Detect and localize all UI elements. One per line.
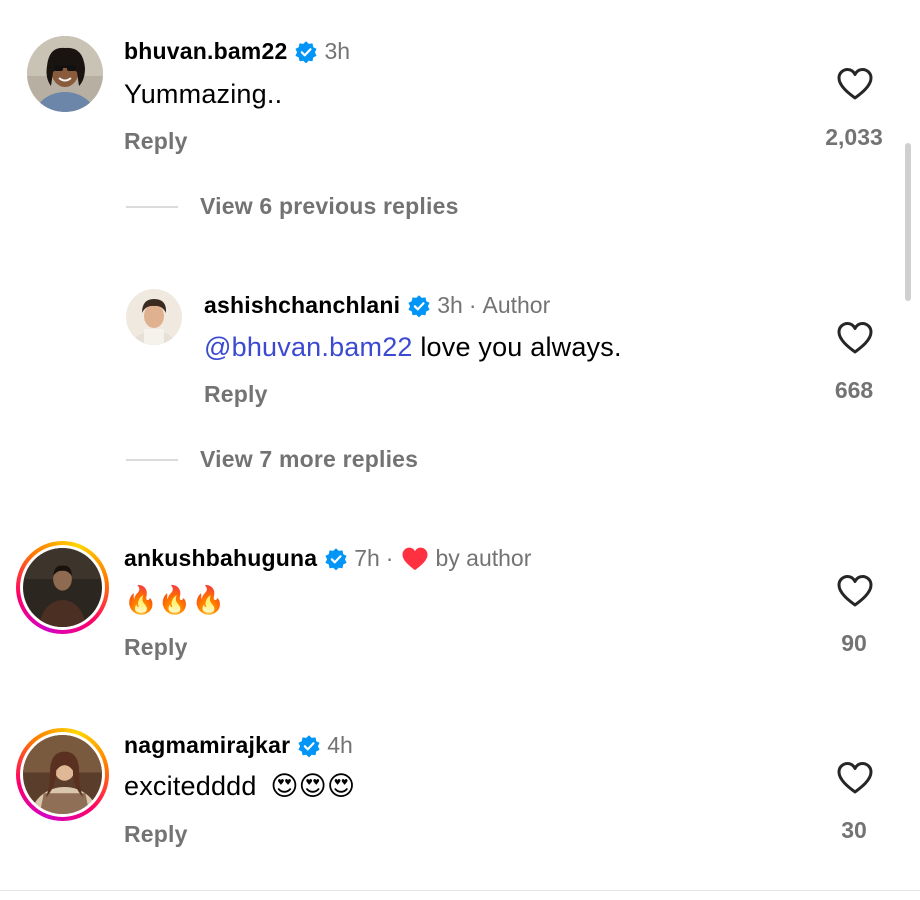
- view-more-replies-label[interactable]: View 7 more replies: [200, 446, 418, 473]
- avatar-image: [126, 289, 182, 345]
- comment-text: excitedddd 😍😍😍: [124, 771, 355, 802]
- thread-line: [126, 205, 178, 208]
- comment-header: ankushbahuguna 7h · by author: [124, 545, 531, 572]
- verified-badge-icon: [407, 294, 431, 318]
- scrollbar[interactable]: [905, 143, 911, 301]
- view-previous-replies[interactable]: View 6 previous replies: [126, 193, 459, 220]
- avatar-image: [23, 548, 102, 627]
- reply-button[interactable]: Reply: [124, 634, 188, 661]
- reply-button[interactable]: Reply: [124, 821, 188, 848]
- avatar[interactable]: [126, 289, 182, 345]
- avatar-image: [27, 36, 103, 112]
- red-heart-icon: [401, 546, 429, 572]
- comment-text: Yummazing..: [124, 79, 283, 109]
- heart-outline-icon[interactable]: [836, 321, 874, 355]
- timestamp: 7h: [354, 545, 380, 571]
- verified-badge-icon: [324, 547, 348, 571]
- comment-text: 🔥🔥🔥: [124, 585, 226, 616]
- author-tag: Author: [482, 292, 551, 318]
- comment-header: nagmamirajkar 4h: [124, 732, 353, 759]
- like-count: 668: [834, 377, 874, 403]
- mention-link[interactable]: @bhuvan.bam22: [204, 332, 413, 362]
- heart-outline-icon[interactable]: [836, 67, 874, 101]
- timestamp: 4h: [327, 732, 353, 758]
- comment-body: love you always.: [420, 332, 622, 362]
- view-more-replies[interactable]: View 7 more replies: [126, 446, 418, 473]
- view-previous-replies-label[interactable]: View 6 previous replies: [200, 193, 459, 220]
- story-ring-inner: [20, 545, 105, 630]
- heart-outline-icon[interactable]: [836, 574, 874, 608]
- like-count: 30: [841, 817, 867, 843]
- comment-text: @bhuvan.bam22 love you always.: [204, 332, 622, 363]
- username[interactable]: ankushbahuguna: [124, 545, 317, 572]
- separator: ·: [468, 292, 477, 318]
- verified-badge-icon: [297, 734, 321, 758]
- liked-by-author-label: by author: [435, 545, 532, 571]
- thread-line: [126, 458, 178, 461]
- avatar: [23, 735, 102, 814]
- comment-header: bhuvan.bam22 3h: [124, 38, 350, 65]
- timestamp: 3h: [324, 38, 351, 64]
- comment-body: excitedddd: [124, 771, 257, 801]
- verified-badge-icon: [294, 40, 318, 64]
- like-count: 2,033: [825, 124, 883, 150]
- comment-emoji: 😍😍😍: [270, 771, 356, 802]
- comment-header: ashishchanchlani 3h · Author: [204, 292, 550, 319]
- timestamp: 3h: [437, 292, 463, 318]
- story-ring-inner: [20, 732, 105, 817]
- avatar-image: [23, 735, 102, 814]
- reply-button[interactable]: Reply: [204, 381, 268, 408]
- username[interactable]: ashishchanchlani: [204, 292, 400, 319]
- heart-outline-icon[interactable]: [836, 761, 874, 795]
- reply-button[interactable]: Reply: [124, 128, 188, 155]
- like-count: 90: [841, 630, 867, 656]
- username[interactable]: nagmamirajkar: [124, 732, 290, 759]
- bottom-divider: [0, 890, 920, 891]
- username[interactable]: bhuvan.bam22: [124, 38, 287, 65]
- avatar: [23, 548, 102, 627]
- separator: ·: [385, 545, 394, 571]
- avatar[interactable]: [27, 36, 103, 112]
- story-ring[interactable]: [16, 728, 109, 821]
- story-ring[interactable]: [16, 541, 109, 634]
